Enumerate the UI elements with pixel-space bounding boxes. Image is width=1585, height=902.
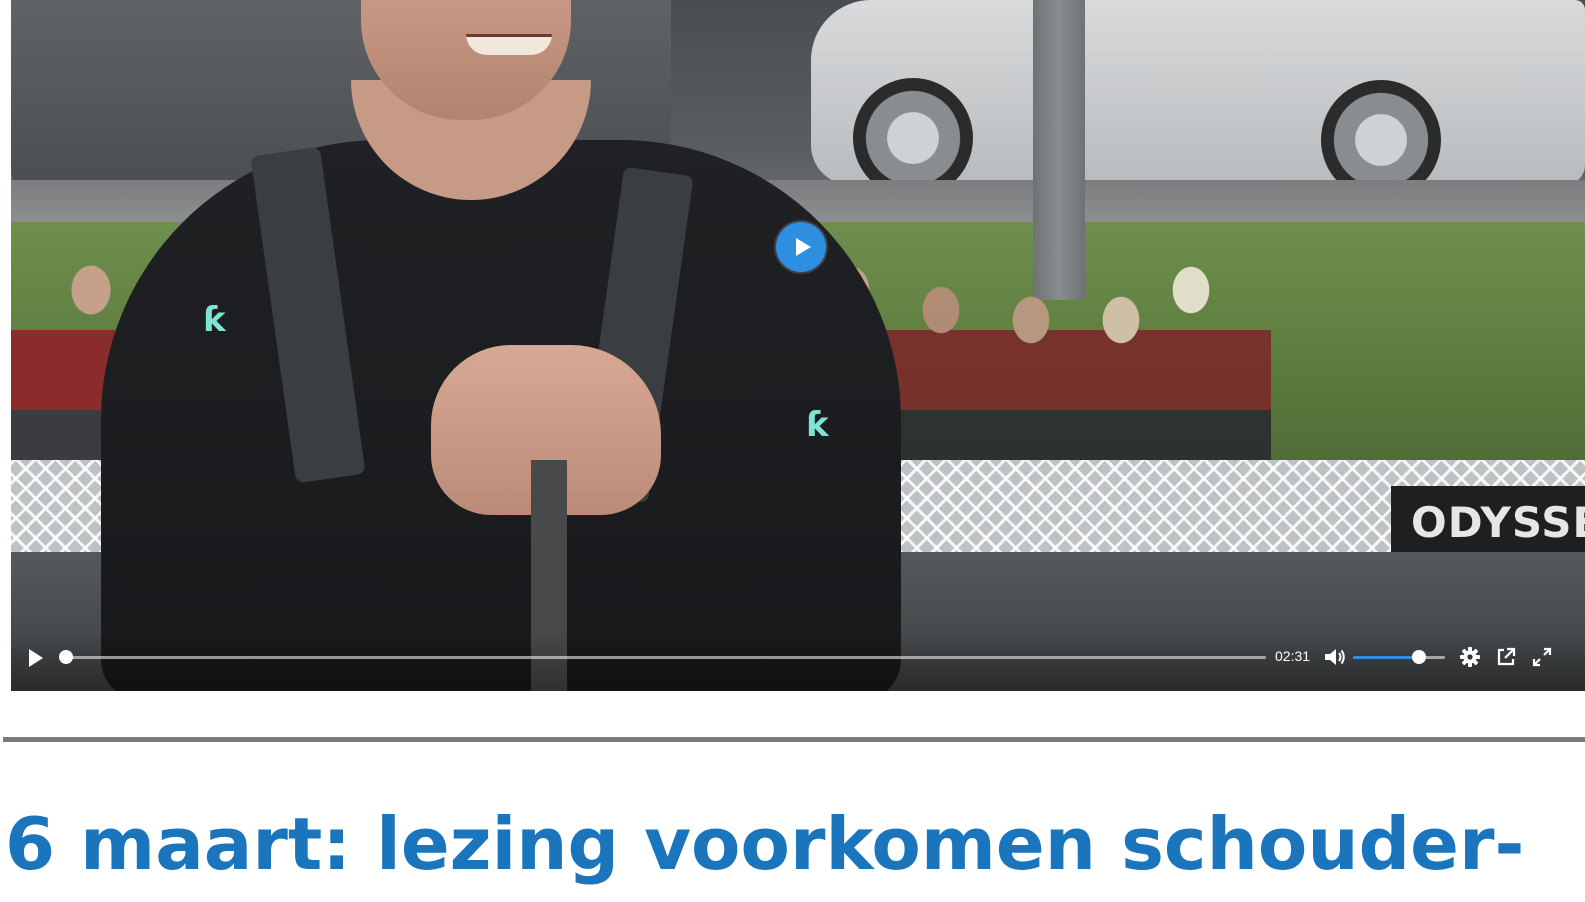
banner-text: ODYSSEU <box>1411 498 1585 547</box>
volume-fill <box>1353 656 1420 659</box>
section-divider <box>3 737 1585 742</box>
video-player[interactable]: ODYSSEU ƙ ƙ 02:31 <box>11 0 1585 691</box>
fullscreen-icon[interactable] <box>1531 646 1553 668</box>
external-link-icon[interactable] <box>1495 646 1517 668</box>
play-icon <box>796 238 811 256</box>
wetsuit-logo-icon: ƙ <box>203 300 226 340</box>
volume-handle[interactable] <box>1412 650 1427 664</box>
play-button[interactable] <box>29 647 47 669</box>
person-smile <box>466 34 552 55</box>
big-play-button[interactable] <box>776 222 826 272</box>
player-controls: 02:31 <box>11 630 1585 691</box>
video-frame: ODYSSEU ƙ ƙ <box>11 0 1585 691</box>
progress-bar[interactable] <box>59 650 1266 664</box>
play-icon <box>29 649 43 667</box>
volume-slider[interactable] <box>1353 650 1445 664</box>
gear-icon[interactable] <box>1459 646 1481 668</box>
article-headline[interactable]: 6 maart: lezing voorkomen schouder- <box>5 796 1524 892</box>
progress-handle[interactable] <box>59 650 73 664</box>
volume-icon[interactable] <box>1323 646 1347 668</box>
wetsuit-logo-icon: ƙ <box>806 405 829 445</box>
time-display: 02:31 <box>1275 648 1311 664</box>
